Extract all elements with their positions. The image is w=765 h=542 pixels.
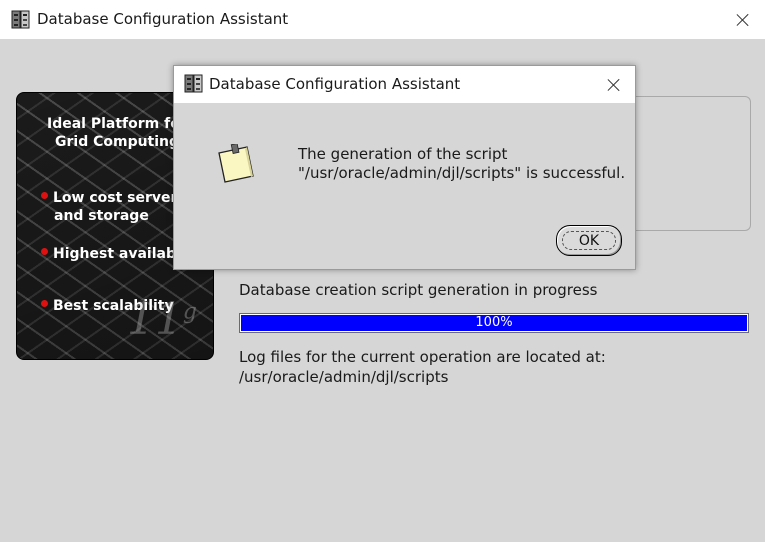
progress-text: 100% [475,315,513,330]
ok-button-label: OK [562,231,616,250]
log-path: /usr/oracle/admin/djl/scripts [239,368,449,386]
main-close-icon[interactable] [733,10,753,30]
main-title-bar: Database Configuration Assistant [0,0,765,39]
dialog-close-icon[interactable] [604,75,624,95]
status-label: Database creation script generation in p… [239,281,598,299]
promo-bullet-1: Low cost servers and storage [41,189,186,225]
bullet-dot-icon [41,300,48,307]
dialog-title-bar: Database Configuration Assistant [174,66,635,103]
bullet-dot-icon [41,192,48,199]
dialog-title: Database Configuration Assistant [209,75,461,93]
database-app-icon [184,74,203,93]
main-window-title: Database Configuration Assistant [37,10,289,28]
log-label: Log files for the current operation are … [239,348,606,366]
bullet-dot-icon [41,248,48,255]
dialog-message-line1: The generation of the script [298,145,508,163]
info-box [632,96,751,231]
success-dialog: Database Configuration Assistant The gen… [173,65,636,270]
progress-bar: 100% [239,313,749,333]
database-app-icon [11,10,30,29]
promo-11g-logo: 11g [126,294,197,345]
ok-button[interactable]: OK [556,225,622,256]
note-icon [218,144,254,183]
dialog-message-line2: "/usr/oracle/admin/djl/scripts" is succe… [298,164,626,182]
